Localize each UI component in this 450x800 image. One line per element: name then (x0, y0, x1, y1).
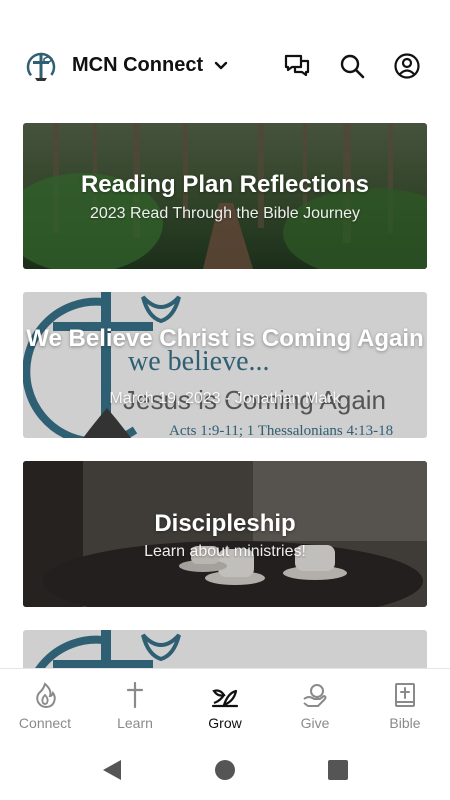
card-title: Discipleship (154, 510, 296, 537)
card-title: We Believe Christ is Coming Again (26, 325, 424, 352)
bottom-nav: Connect Learn Grow Give Bible (0, 668, 450, 740)
nav-label: Connect (18, 715, 72, 731)
sprout-icon (211, 689, 239, 708)
card-subtitle: Learn about ministries! (144, 543, 306, 560)
account-icon[interactable] (393, 52, 421, 80)
nav-bible[interactable]: Bible (360, 669, 450, 740)
nav-label: Grow (208, 715, 242, 731)
nav-connect[interactable]: Connect (0, 669, 90, 740)
card-discipleship[interactable]: Discipleship Learn about ministries! (23, 461, 427, 607)
nav-label: Learn (117, 715, 153, 731)
home-icon[interactable] (214, 759, 236, 781)
bible-icon (395, 683, 415, 707)
we-believe-graphic: we believe... Jesus is Coming Again Acts… (23, 292, 393, 438)
card-title: Reading Plan Reflections (80, 171, 370, 198)
content-feed[interactable]: Reading Plan Reflections 2023 Read Throu… (0, 92, 450, 668)
chat-icon[interactable] (283, 52, 311, 80)
logo-icon (26, 52, 56, 82)
card-we-believe[interactable]: we believe... Jesus is Coming Again Acts… (23, 292, 427, 438)
recents-icon[interactable] (328, 760, 348, 780)
app-header: MCN Connect (0, 40, 450, 92)
app-title: MCN Connect (72, 54, 204, 76)
card-reading-plan[interactable]: Reading Plan Reflections 2023 Read Throu… (23, 123, 427, 269)
nav-give[interactable]: Give (270, 669, 360, 740)
nav-grow[interactable]: Grow (180, 669, 270, 740)
system-nav-bar (0, 740, 450, 800)
flame-icon (36, 682, 56, 709)
cross-icon (126, 681, 144, 709)
nav-label: Give (300, 715, 330, 731)
nav-learn[interactable]: Learn (90, 669, 180, 740)
graphic-text-scripture: Acts 1:9-11; 1 Thessalonians 4:13-18 (169, 423, 393, 438)
back-icon[interactable] (101, 758, 123, 782)
search-icon[interactable] (338, 52, 366, 80)
card-partial[interactable] (23, 630, 427, 668)
card-subtitle: March 19, 2023 - Jonathan Mark (109, 390, 341, 407)
nav-label: Bible (389, 715, 421, 731)
we-believe-graphic (35, 630, 181, 668)
app-title-dropdown[interactable]: MCN Connect (72, 54, 229, 77)
chevron-down-icon (214, 61, 228, 69)
give-icon (303, 684, 327, 707)
card-subtitle: 2023 Read Through the Bible Journey (89, 205, 361, 222)
